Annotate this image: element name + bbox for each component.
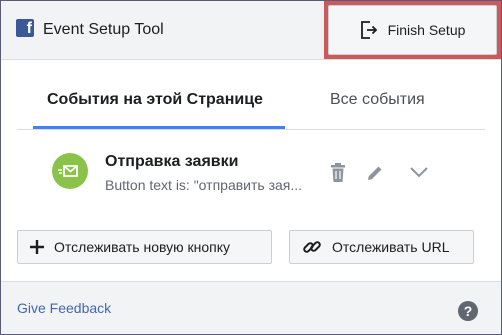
track-url-button-label: Отслеживать URL xyxy=(332,239,450,255)
footer: Give Feedback ? xyxy=(1,281,501,334)
finish-setup-label: Finish Setup xyxy=(387,22,466,38)
give-feedback-link[interactable]: Give Feedback xyxy=(17,300,111,316)
facebook-logo-icon: f xyxy=(16,19,34,37)
finish-setup-button[interactable]: Finish Setup xyxy=(328,5,497,55)
tab-all-events[interactable]: Все события xyxy=(330,91,425,109)
header: f Event Setup Tool Finish Setup xyxy=(1,1,501,60)
track-new-button[interactable]: Отслеживать новую кнопку xyxy=(17,230,272,264)
plus-icon xyxy=(30,240,44,254)
finish-setup-highlight: Finish Setup xyxy=(324,1,501,59)
active-tab-indicator xyxy=(33,126,285,129)
event-name: Отправка заявки xyxy=(105,153,239,170)
chevron-down-icon[interactable] xyxy=(409,166,429,178)
trash-icon[interactable] xyxy=(329,163,347,183)
exit-icon xyxy=(360,21,377,39)
tab-bar: События на этой Странице Все события xyxy=(17,79,485,130)
app-title: Event Setup Tool xyxy=(43,21,164,38)
track-url-button[interactable]: Отслеживать URL xyxy=(289,230,474,264)
event-button-text: Button text is: "отправить зая... xyxy=(105,177,303,193)
pencil-icon[interactable] xyxy=(366,164,384,182)
mail-icon xyxy=(52,153,88,189)
help-icon[interactable]: ? xyxy=(458,301,478,321)
link-icon xyxy=(303,241,321,253)
tab-events-on-page[interactable]: События на этой Странице xyxy=(47,91,263,109)
track-new-button-label: Отслеживать новую кнопку xyxy=(54,239,231,255)
event-list-item[interactable]: Отправка заявки Button text is: "отправи… xyxy=(17,141,485,211)
event-setup-panel: f Event Setup Tool Finish Setup События … xyxy=(0,0,502,335)
